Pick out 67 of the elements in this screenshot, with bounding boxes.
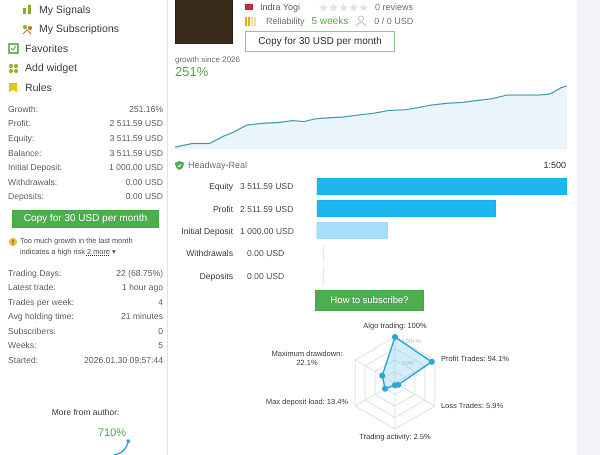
row-label: Deposits <box>198 270 233 281</box>
row-value: 0.00 USD <box>246 248 286 258</box>
stat-label: Initial Deposit: <box>8 162 62 172</box>
more-from-author-heading: More from author: <box>50 407 120 418</box>
people-icon <box>22 24 33 35</box>
reliability-label: Reliability <box>266 16 305 26</box>
stat-label: Subscribers: <box>8 326 56 336</box>
row-label: Withdrawals <box>185 248 233 258</box>
row-value: 2 511.59 USD <box>239 204 294 214</box>
stat-label: Withdrawals: <box>8 176 58 187</box>
stat-value: 1 hour ago <box>122 282 163 292</box>
stat-value: 0 <box>158 326 163 336</box>
warning-icon <box>9 238 17 246</box>
stat-value: 21 minutes <box>120 311 163 322</box>
stat-label: Avg holding time: <box>8 311 74 322</box>
stat-value: 3 511.59 USD <box>110 148 163 158</box>
reliability-bars-icon <box>245 16 259 26</box>
board-icon <box>8 43 19 54</box>
sidebar-item[interactable]: Add widget <box>8 58 163 78</box>
row-label: Equity <box>208 181 233 192</box>
row-value: 0.00 USD <box>246 270 286 281</box>
chart-icon <box>22 4 33 16</box>
row-label: Initial Deposit <box>180 226 233 236</box>
radar-area-drawing <box>379 334 435 392</box>
reviews-count[interactable]: 0 reviews <box>375 2 414 12</box>
stat-label: Balance: <box>8 148 42 158</box>
sidebar-item[interactable]: Favorites <box>8 39 163 58</box>
people-icon <box>355 15 368 27</box>
stat-value: 0.00 USD <box>126 176 163 187</box>
subscribers-funds: 0 / 0 USD <box>374 16 414 26</box>
sidebar-item[interactable]: Rules <box>8 78 163 98</box>
row-label: Profit <box>212 204 233 214</box>
stat-value: 5 <box>158 340 163 350</box>
stat-value: 0.00 USD <box>126 191 163 202</box>
sidebar-item[interactable]: My Signals <box>8 0 163 20</box>
copy-button[interactable]: Copy for 30 USD per month <box>245 31 395 52</box>
broker-name[interactable]: Headway-Real <box>188 160 248 170</box>
book-icon <box>8 82 19 94</box>
growth-value: 251% <box>175 64 210 79</box>
stat-label: Trades per week: <box>8 296 74 307</box>
stat-value: 3 511.59 USD <box>110 132 163 143</box>
stat-value: 2026.01.30 09:57:44 <box>84 354 163 365</box>
stat-label: Latest trade: <box>8 282 56 292</box>
stat-label: Deposits: <box>8 191 44 202</box>
row-value: 3 511.59 USD <box>239 181 294 192</box>
stat-label: Trading Days: <box>8 268 62 278</box>
row-value: 1 000.00 USD <box>239 226 295 236</box>
stat-label: Equity: <box>8 132 34 143</box>
widget-icon <box>8 62 19 74</box>
author-name[interactable]: Indra Yogi <box>260 2 300 12</box>
growth-label: growth since 2026 <box>175 55 241 64</box>
stat-label: Weeks: <box>8 340 36 350</box>
sidebar-item[interactable]: My Subscriptions <box>8 20 163 39</box>
weeks-value: 5 weeks <box>312 16 348 26</box>
growth-value: 710% <box>96 427 127 440</box>
stat-value: 22 (68.75%) <box>116 268 163 278</box>
stat-value: 251.16% <box>129 104 163 114</box>
stat-value: 2 511.59 USD <box>110 118 163 128</box>
stat-value: 4 <box>158 296 163 307</box>
stat-label: Started: <box>8 354 38 365</box>
photo-placeholder <box>175 0 233 44</box>
flag-icon <box>245 4 253 10</box>
stat-label: Profit: <box>8 118 30 128</box>
stat-label: Growth: <box>8 104 38 114</box>
stat-value: 1 000.00 USD <box>109 162 163 172</box>
leverage-value: 1:500 <box>543 160 567 170</box>
shield-check-icon <box>175 160 184 170</box>
